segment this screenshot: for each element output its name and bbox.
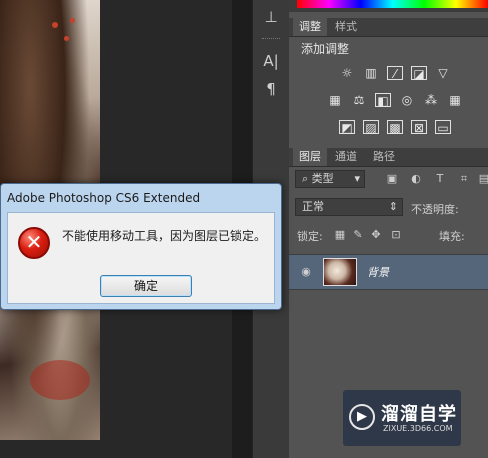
opacity-label: 不透明度:	[411, 203, 459, 216]
levels-icon[interactable]: ▥	[363, 66, 379, 80]
tab-styles[interactable]: 样式	[329, 18, 363, 36]
search-icon: ⌕	[302, 172, 312, 185]
artwork-detail	[30, 360, 90, 400]
adjustments-title: 添加调整	[301, 42, 350, 56]
watermark-title: 溜溜自学	[381, 404, 457, 425]
filter-shape-icon[interactable]: ⌗	[457, 172, 471, 186]
artwork-detail	[64, 36, 69, 41]
exposure-icon[interactable]: ◪	[411, 66, 427, 81]
color-balance-icon[interactable]: ⚖	[351, 93, 367, 107]
lock-brush-icon[interactable]: ✎	[351, 228, 365, 242]
color-lookup-icon[interactable]: ▦	[447, 93, 463, 107]
filter-smart-icon[interactable]: ▤	[477, 172, 488, 186]
chevron-updown-icon: ⇕	[388, 200, 398, 213]
lock-all-icon[interactable]: ⊡	[389, 228, 403, 242]
gradient-map-icon[interactable]: ▭	[435, 120, 451, 135]
filter-type-icon[interactable]: T	[433, 172, 447, 186]
character-panel-icon[interactable]: A|	[259, 50, 283, 72]
tab-channels[interactable]: 通道	[329, 148, 363, 166]
tab-paths[interactable]: 路径	[367, 148, 401, 166]
curves-icon[interactable]: ⁄	[387, 66, 403, 81]
brightness-icon[interactable]: ☼	[339, 66, 355, 80]
layer-row-background[interactable]: ◉ 背景	[289, 254, 488, 290]
lock-position-icon[interactable]: ✥	[369, 228, 383, 242]
chevron-down-icon: ▾	[354, 172, 360, 185]
grip-handle[interactable]	[262, 38, 280, 41]
color-spectrum-bar[interactable]	[297, 0, 488, 8]
dialog-body: ✕ 不能使用移动工具，因为图层已锁定。 确定	[7, 212, 275, 304]
error-dialog: Adobe Photoshop CS6 Extended ✕ 不能使用移动工具，…	[0, 183, 282, 310]
fill-label: 填充:	[439, 230, 465, 243]
lock-transparent-icon[interactable]: ▦	[333, 228, 347, 242]
artwork-detail	[70, 18, 75, 23]
black-white-icon[interactable]: ◧	[375, 93, 391, 108]
error-x-icon: ✕	[18, 227, 50, 259]
tab-adjustments[interactable]: 调整	[293, 18, 327, 36]
tab-layers[interactable]: 图层	[293, 148, 327, 166]
ok-button[interactable]: 确定	[100, 275, 192, 297]
watermark: ▶ 溜溜自学 ZIXUE.3D66.COM	[343, 390, 461, 446]
blend-mode-value: 正常	[302, 200, 324, 213]
layers-tabbar: 图层 通道 路径	[289, 148, 488, 167]
layer-name[interactable]: 背景	[367, 264, 389, 280]
threshold-icon[interactable]: ▩	[387, 120, 403, 135]
invert-icon[interactable]: ◩	[339, 120, 355, 135]
vibrance-icon[interactable]: ▽	[435, 66, 451, 80]
layer-thumbnail	[323, 258, 357, 286]
filter-pixel-icon[interactable]: ▣	[385, 172, 399, 186]
dialog-message: 不能使用移动工具，因为图层已锁定。	[62, 229, 267, 243]
adjustments-tabbar: 调整 样式	[289, 18, 488, 37]
watermark-logo-icon: ▶	[349, 404, 375, 430]
dialog-title[interactable]: Adobe Photoshop CS6 Extended	[7, 191, 200, 205]
filter-adjustment-icon[interactable]: ◐	[409, 172, 423, 186]
filter-type-label: 类型	[311, 172, 334, 185]
paragraph-panel-icon[interactable]: ¶	[259, 78, 283, 100]
blend-mode-select[interactable]: 正常 ⇕	[295, 198, 403, 216]
channel-mixer-icon[interactable]: ⁂	[423, 93, 439, 107]
eye-visibility-icon[interactable]: ◉	[299, 265, 313, 279]
artwork-detail	[52, 22, 58, 28]
layer-filter-select[interactable]: ⌕ 类型 ▾	[295, 170, 365, 188]
watermark-subtitle: ZIXUE.3D66.COM	[383, 424, 453, 433]
hue-saturation-icon[interactable]: ▦	[327, 93, 343, 107]
posterize-icon[interactable]: ▨	[363, 120, 379, 135]
selective-color-icon[interactable]: ⊠	[411, 120, 427, 135]
stamp-icon[interactable]: ⊥	[259, 6, 283, 28]
photo-filter-icon[interactable]: ◎	[399, 93, 415, 107]
lock-label: 锁定:	[297, 230, 323, 243]
swatches-row	[289, 0, 488, 12]
